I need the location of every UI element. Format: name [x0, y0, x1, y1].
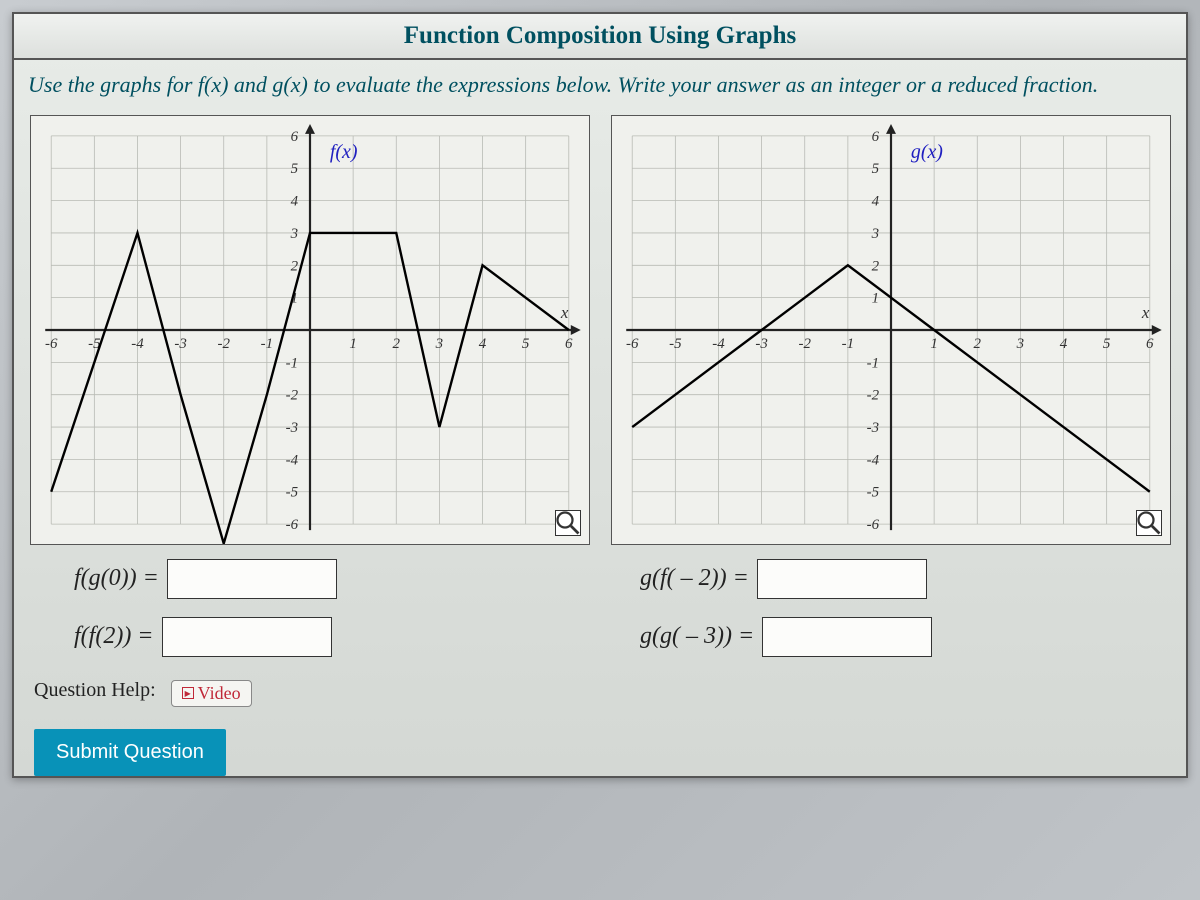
svg-text:2: 2	[290, 258, 298, 274]
svg-text:-4: -4	[285, 452, 298, 468]
answer-row-4: g(g( – 3)) =	[640, 617, 1126, 657]
svg-text:5: 5	[1102, 336, 1110, 352]
video-button[interactable]: ▶ Video	[171, 680, 252, 707]
svg-text:-3: -3	[866, 420, 878, 436]
svg-text:g(x): g(x)	[910, 141, 942, 163]
play-icon: ▶	[182, 687, 194, 699]
graph-g[interactable]: -6 -5 -4 -3 -2 -1 1 2 3 4 5 6 -6 -5 -4 -3 -2 -1 1 2 3 4 5 6 x g(x…	[611, 115, 1171, 545]
q3-input[interactable]	[757, 559, 927, 599]
svg-text:6: 6	[290, 129, 298, 145]
q4-label: g(g( – 3)) =	[640, 623, 754, 650]
svg-text:-2: -2	[798, 336, 811, 352]
svg-text:-1: -1	[285, 355, 297, 371]
svg-text:-1: -1	[841, 336, 853, 352]
zoom-icon[interactable]	[555, 510, 581, 536]
q1-input[interactable]	[167, 559, 337, 599]
svg-text:-6: -6	[44, 336, 57, 352]
svg-text:5: 5	[871, 161, 879, 177]
svg-text:4: 4	[871, 193, 879, 209]
svg-text:1: 1	[349, 336, 356, 352]
answer-row-2: f(f(2)) =	[74, 617, 560, 657]
svg-text:-4: -4	[712, 336, 725, 352]
help-prefix: Question Help:	[34, 679, 156, 701]
svg-text:6: 6	[871, 129, 879, 145]
q2-input[interactable]	[162, 617, 332, 657]
submit-button[interactable]: Submit Question	[34, 729, 226, 776]
svg-text:6: 6	[1146, 336, 1154, 352]
svg-text:3: 3	[870, 226, 878, 242]
page-title: Function Composition Using Graphs	[14, 14, 1186, 60]
svg-text:-6: -6	[866, 517, 879, 533]
fn-f-label: f(x)	[198, 72, 229, 97]
svg-text:6: 6	[565, 336, 573, 352]
svg-text:4: 4	[1059, 336, 1067, 352]
svg-text:1: 1	[930, 336, 937, 352]
instr-prefix: Use the graphs for	[28, 72, 198, 97]
svg-text:5: 5	[290, 161, 298, 177]
svg-text:-6: -6	[625, 336, 638, 352]
svg-text:-4: -4	[131, 336, 144, 352]
svg-text:-5: -5	[669, 336, 682, 352]
svg-text:-3: -3	[285, 420, 297, 436]
answer-row-1: f(g(0)) =	[74, 559, 560, 599]
svg-text:x: x	[559, 303, 568, 322]
graph-f[interactable]: -6-5-4-3-2-1123456-6-5-4-3-2-1123456xf(x…	[30, 115, 590, 545]
svg-text:-3: -3	[755, 336, 767, 352]
svg-text:-1: -1	[260, 336, 272, 352]
svg-text:-2: -2	[217, 336, 230, 352]
svg-text:3: 3	[1015, 336, 1023, 352]
fn-g-label: g(x)	[272, 72, 307, 97]
q1-label: f(g(0)) =	[74, 565, 159, 592]
svg-text:-3: -3	[174, 336, 186, 352]
instructions: Use the graphs for f(x) and g(x) to eval…	[14, 60, 1186, 111]
svg-text:-4: -4	[866, 452, 879, 468]
q3-label: g(f( – 2)) =	[640, 565, 749, 592]
svg-text:-5: -5	[866, 485, 879, 501]
zoom-icon[interactable]	[1136, 510, 1162, 536]
svg-text:2: 2	[871, 258, 879, 274]
question-help-row: Question Help: ▶ Video	[14, 667, 1186, 725]
instr-mid: and	[234, 72, 273, 97]
svg-text:2: 2	[973, 336, 981, 352]
svg-text:3: 3	[289, 226, 297, 242]
svg-text:-2: -2	[285, 387, 298, 403]
svg-text:-6: -6	[285, 517, 298, 533]
answer-row-3: g(f( – 2)) =	[640, 559, 1126, 599]
svg-text:4: 4	[478, 336, 486, 352]
svg-text:f(x): f(x)	[329, 141, 357, 163]
svg-text:-1: -1	[866, 355, 878, 371]
svg-text:2: 2	[392, 336, 400, 352]
svg-text:-2: -2	[866, 387, 879, 403]
instr-suffix: to evaluate the expressions below. Write…	[313, 72, 1098, 97]
svg-text:1: 1	[871, 290, 878, 306]
svg-text:4: 4	[290, 193, 298, 209]
svg-text:5: 5	[521, 336, 529, 352]
svg-text:-5: -5	[285, 485, 298, 501]
q2-label: f(f(2)) =	[74, 623, 154, 650]
svg-text:3: 3	[434, 336, 442, 352]
svg-text:x: x	[1140, 303, 1149, 322]
video-label: Video	[198, 683, 241, 704]
q4-input[interactable]	[762, 617, 932, 657]
